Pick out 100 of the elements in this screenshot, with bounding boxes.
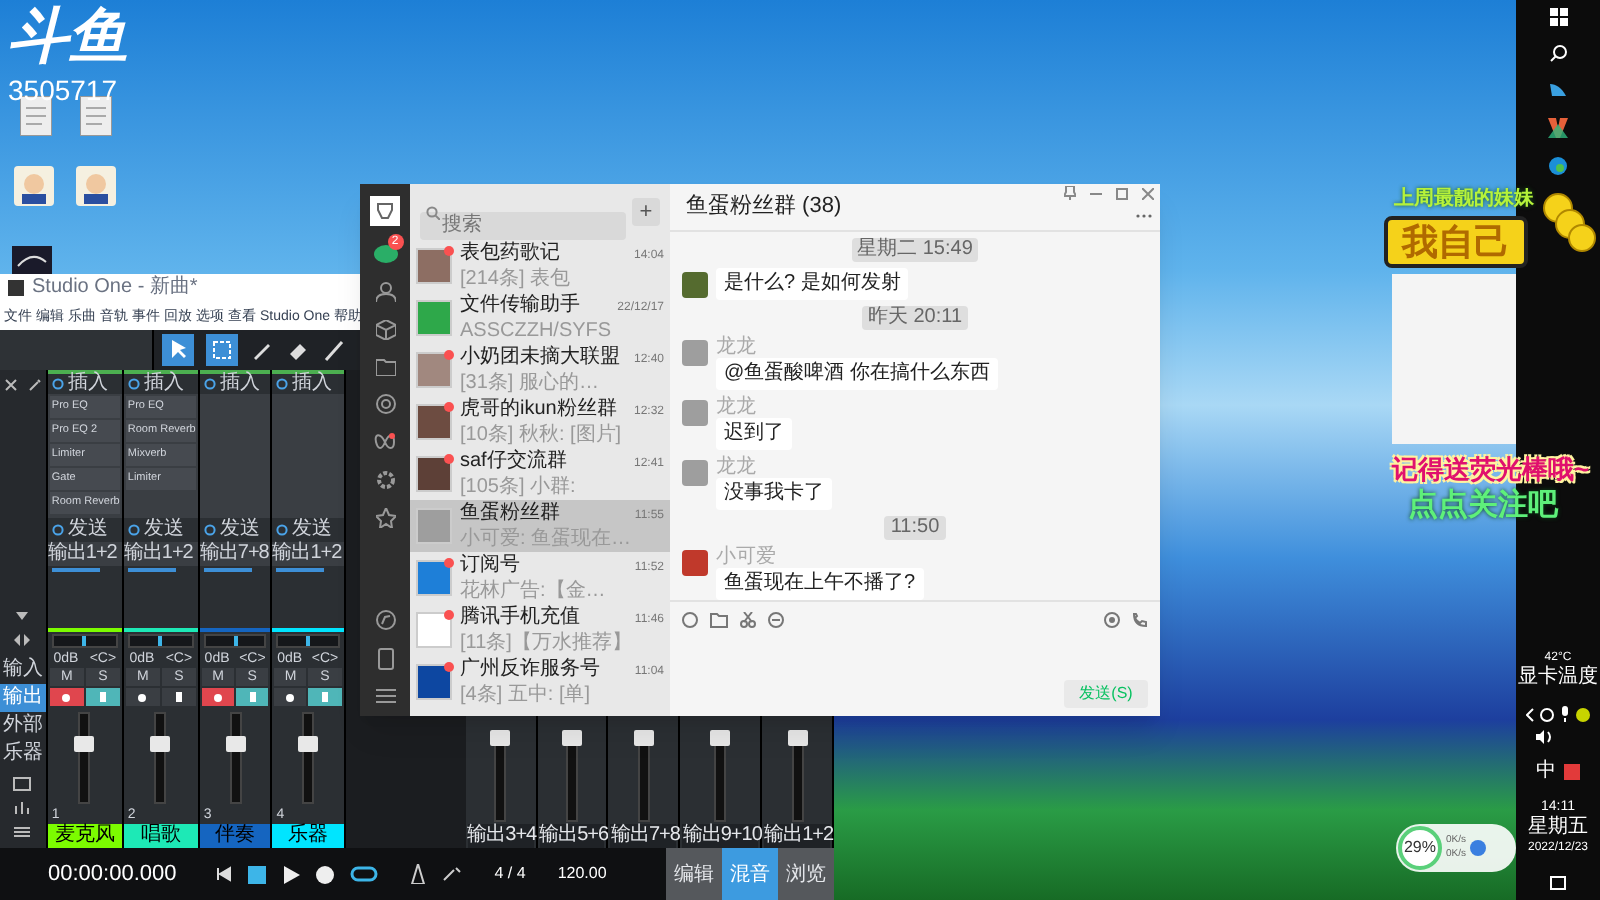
butterfly-icon[interactable] (374, 432, 396, 452)
meter-icon[interactable] (12, 800, 33, 816)
folder-icon[interactable] (710, 611, 728, 627)
wrench-icon[interactable] (442, 866, 463, 882)
pin-icon[interactable] (1064, 186, 1076, 200)
power-icon[interactable] (276, 524, 289, 536)
layout-icon[interactable] (12, 776, 33, 792)
metronome-icon[interactable] (410, 864, 427, 884)
star-icon[interactable] (375, 508, 395, 528)
send-slot[interactable]: 输出7+8 (199, 542, 271, 566)
pan-marker[interactable] (82, 636, 87, 646)
menu-icon[interactable] (12, 824, 33, 840)
phone-icon[interactable] (377, 648, 393, 670)
send-slot[interactable]: 输出1+2 (272, 542, 344, 566)
call-icon[interactable] (1132, 611, 1148, 627)
menu-icon[interactable] (375, 688, 395, 704)
channel-name: 唱歌 (123, 824, 198, 848)
pan-marker[interactable] (305, 636, 310, 646)
search-field[interactable]: 搜索 (420, 211, 626, 239)
minimize-icon[interactable] (1090, 187, 1102, 199)
monitor-button[interactable] (236, 688, 269, 706)
chat-preview: ASSCZZH/SYFS (460, 319, 614, 343)
send-label: 发送 (219, 520, 260, 540)
scissors-icon[interactable] (740, 611, 756, 627)
live-icon[interactable] (1104, 611, 1120, 627)
fader-thumb[interactable] (562, 729, 583, 746)
arrow-down-icon[interactable] (14, 608, 31, 624)
send-slot[interactable]: 输出1+2 (123, 542, 198, 566)
browser-icon[interactable] (1548, 156, 1568, 176)
chat-bubble-icon[interactable] (373, 244, 397, 264)
window-title: Studio One - 新曲* (32, 278, 198, 298)
aperture-icon[interactable] (375, 394, 395, 414)
record-icon[interactable] (316, 865, 335, 883)
fader-thumb[interactable] (633, 729, 654, 746)
fader-thumb[interactable] (150, 736, 171, 753)
power-icon[interactable] (51, 524, 64, 536)
mixer-tab[interactable]: 乐器 (0, 740, 46, 768)
add-button[interactable]: + (632, 198, 660, 226)
avatar-icon[interactable] (370, 196, 400, 226)
eraser-icon[interactable] (286, 338, 310, 362)
chat-history-icon[interactable] (768, 611, 784, 627)
expand-icon[interactable] (12, 632, 33, 648)
compass-icon[interactable] (375, 610, 395, 630)
message-bubble: @鱼蛋酸啤酒 你在搞什么东西 (716, 358, 998, 390)
pan-slider[interactable] (203, 634, 267, 648)
monitor-button[interactable] (161, 688, 196, 706)
maximize-icon[interactable] (1116, 187, 1128, 199)
windows-logo-icon[interactable] (1549, 8, 1567, 26)
folder-icon[interactable] (375, 358, 395, 376)
stop-icon[interactable] (248, 865, 267, 883)
app-icon[interactable] (1548, 118, 1568, 138)
view-tab[interactable]: 浏览 (778, 848, 834, 900)
speaker-icon[interactable] (1535, 730, 1553, 744)
fader-thumb[interactable] (297, 736, 318, 753)
fader-thumb[interactable] (74, 736, 95, 753)
cube-icon[interactable] (375, 320, 395, 340)
fader-thumb[interactable] (225, 736, 246, 753)
fader-thumb[interactable] (787, 729, 808, 746)
record-button[interactable] (201, 688, 235, 706)
pan-slider[interactable] (127, 634, 194, 648)
app-icon[interactable] (1576, 707, 1590, 721)
pan-slider[interactable] (276, 634, 340, 648)
mixer-tab[interactable]: 输入 (0, 656, 46, 684)
record-button[interactable] (274, 688, 307, 706)
play-icon[interactable] (282, 865, 301, 883)
chevron-icon[interactable] (1526, 707, 1534, 721)
power-icon[interactable] (203, 524, 216, 536)
power-icon[interactable] (203, 378, 216, 390)
range-tool-icon[interactable] (206, 334, 238, 366)
power-icon[interactable] (127, 524, 140, 536)
contacts-icon[interactable] (375, 282, 395, 302)
pointer-tool-icon[interactable] (162, 334, 194, 366)
app-icon[interactable] (1548, 80, 1568, 100)
power-icon[interactable] (127, 378, 140, 390)
pan-slider[interactable] (51, 634, 118, 648)
loop-icon[interactable] (350, 866, 379, 882)
mixer-tab[interactable]: 外部 (0, 712, 46, 740)
rewind-icon[interactable] (216, 866, 233, 882)
wrench-icon[interactable] (27, 378, 42, 392)
monitor-button[interactable] (85, 688, 120, 706)
power-icon[interactable] (276, 378, 289, 390)
notification-icon[interactable] (1550, 876, 1566, 892)
line-tool-icon[interactable] (322, 338, 346, 362)
pan-marker[interactable] (158, 636, 163, 646)
settings-icon[interactable] (375, 470, 395, 490)
chat-name: 虎哥的ikun粉丝群 (460, 397, 617, 421)
record-button[interactable] (125, 688, 160, 706)
search-icon[interactable] (1549, 44, 1567, 62)
fader-thumb[interactable] (710, 729, 731, 746)
close-icon[interactable] (4, 378, 19, 392)
send-slot[interactable]: 输出1+2 (47, 542, 122, 566)
output-name: 输出9+10 (682, 824, 759, 848)
record-button[interactable] (49, 688, 84, 706)
view-tab[interactable]: 编辑 (666, 848, 722, 900)
fader-thumb[interactable] (490, 729, 511, 746)
microphone-icon[interactable] (1560, 706, 1570, 722)
input-method[interactable]: 中 (1536, 762, 1556, 782)
power-icon[interactable] (51, 378, 64, 390)
pencil-icon[interactable] (250, 338, 274, 362)
pan-marker[interactable] (233, 636, 238, 646)
